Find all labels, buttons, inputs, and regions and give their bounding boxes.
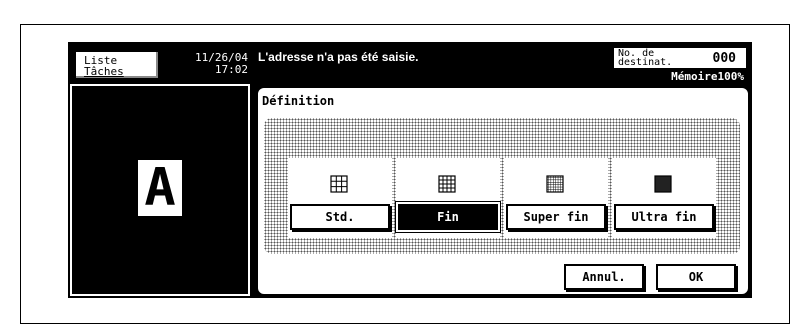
preview-letter: A: [144, 158, 176, 218]
resolution-std-button[interactable]: Std.: [290, 204, 390, 230]
date-time: 11/26/04 17:02: [164, 52, 248, 76]
left-panel: Liste Tâches 11/26/04 17:02 A: [68, 42, 252, 298]
job-list-label-line1: Liste: [84, 54, 118, 67]
resolution-panel: Définition Std. Fin Super fin Ultra fin …: [256, 86, 750, 296]
cancel-button[interactable]: Annul.: [564, 264, 644, 290]
resolution-options: Std. Fin Super fin Ultra fin: [288, 158, 718, 238]
option-ultra-fin: Ultra fin: [612, 158, 716, 238]
option-super-fin: Super fin: [504, 158, 608, 238]
option-fin: Fin: [395, 158, 501, 238]
options-background: Std. Fin Super fin Ultra fin: [264, 118, 740, 254]
preview-page-icon: A: [138, 160, 182, 216]
grid-superfine-icon: [546, 175, 564, 193]
grid-ultrafine-icon: [654, 175, 672, 193]
destination-label-line2: destinat.: [618, 57, 673, 68]
resolution-ultra-fin-button[interactable]: Ultra fin: [614, 204, 714, 230]
job-list-label-line2: Tâches: [84, 65, 124, 78]
control-panel-screen: Liste Tâches 11/26/04 17:02 A L'adresse …: [68, 42, 752, 298]
destination-label: No. de destinat.: [618, 49, 673, 68]
destination-counter: No. de destinat. 000: [614, 48, 746, 68]
destination-count: 000: [712, 51, 736, 66]
memory-status: Mémoire100%: [671, 70, 744, 83]
document-preview: A: [70, 84, 250, 296]
grid-fine-icon: [438, 175, 456, 193]
option-std: Std.: [288, 158, 392, 238]
status-message: L'adresse n'a pas été saisie.: [258, 50, 419, 64]
grid-coarse-icon: [330, 175, 348, 193]
resolution-super-fin-button[interactable]: Super fin: [506, 204, 606, 230]
resolution-fin-button[interactable]: Fin: [395, 201, 501, 233]
ok-button[interactable]: OK: [656, 264, 736, 290]
time-display: 17:02: [214, 63, 248, 76]
panel-title: Définition: [262, 94, 335, 108]
job-list-button[interactable]: Liste Tâches: [74, 50, 160, 80]
